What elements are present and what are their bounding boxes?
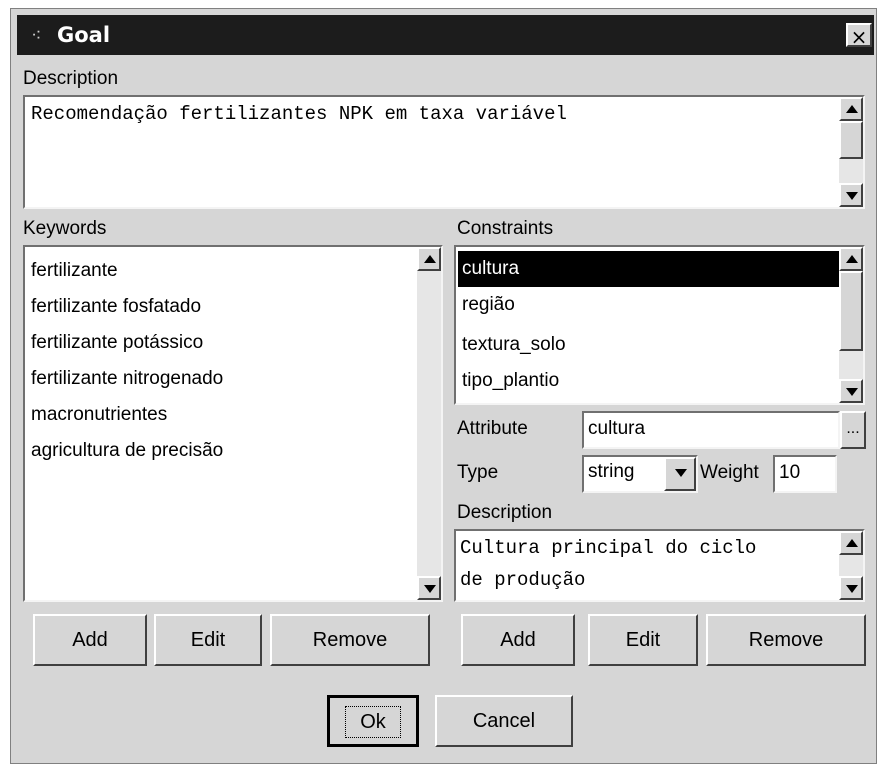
constraint-description-label: Description [457,502,553,523]
goal-dialog: ⁖ Goal × Description Recomendação fertil… [10,8,877,764]
description-label: Description [23,68,119,89]
list-item[interactable]: macronutrientes [27,397,167,433]
type-label: Type [457,462,499,483]
weight-field[interactable]: 10 [773,455,837,493]
keywords-scrollbar[interactable] [417,247,441,600]
chevron-up-icon [846,539,858,547]
type-select-value: string [588,461,635,482]
keywords-list[interactable]: fertilizante fertilizante fosfatado fert… [23,245,443,602]
keywords-label: Keywords [23,218,107,239]
scroll-down-button[interactable] [839,183,863,207]
scroll-down-button[interactable] [839,379,863,403]
description-text: Recomendação fertilizantes NPK em taxa v… [31,103,567,125]
constraints-label: Constraints [457,218,554,239]
type-select[interactable]: string [582,455,698,493]
list-item[interactable]: fertilizante potássico [27,325,203,361]
ok-button-label: Ok [345,706,401,738]
constraint-edit-button[interactable]: Edit [588,614,698,666]
attribute-field[interactable]: cultura [582,411,840,449]
description-textarea[interactable]: Recomendação fertilizantes NPK em taxa v… [23,95,865,209]
constraint-description-scrollbar[interactable] [839,531,863,600]
list-item[interactable]: textura_solo [458,327,566,363]
chevron-down-icon [675,469,687,477]
keyword-edit-button[interactable]: Edit [154,614,262,666]
keyword-remove-button[interactable]: Remove [270,614,430,666]
constraints-list[interactable]: cultura região textura_solo tipo_plantio [454,245,865,405]
chevron-up-icon [846,105,858,113]
scroll-up-button[interactable] [839,97,863,121]
list-item-selected[interactable]: cultura [458,251,841,287]
scroll-thumb[interactable] [839,121,863,159]
chevron-up-icon [424,255,436,263]
title-bar: ⁖ Goal × [17,15,874,55]
type-dropdown-button[interactable] [664,457,696,491]
list-item[interactable]: fertilizante fosfatado [27,289,201,325]
list-item[interactable]: fertilizante nitrogenado [27,361,223,397]
chevron-down-icon [424,585,436,593]
scroll-up-button[interactable] [839,531,863,555]
list-item[interactable]: fertilizante [27,253,118,289]
close-button[interactable]: × [846,23,872,49]
list-item[interactable]: região [458,287,515,323]
list-item[interactable]: agricultura de precisão [27,433,223,469]
scroll-up-button[interactable] [417,247,441,271]
constraints-scrollbar[interactable] [839,247,863,403]
description-scrollbar[interactable] [839,97,863,207]
window-icon: ⁖ [31,25,42,46]
scroll-thumb[interactable] [839,271,863,351]
chevron-down-icon [846,585,858,593]
constraint-description-line2: de produção [460,569,586,591]
chevron-down-icon [846,192,858,200]
chevron-up-icon [846,255,858,263]
weight-label: Weight [700,462,759,483]
browse-button[interactable]: ... [840,411,866,449]
chevron-down-icon [846,388,858,396]
constraint-description-line1: Cultura principal do ciclo [460,537,757,559]
constraint-remove-button[interactable]: Remove [706,614,866,666]
scroll-down-button[interactable] [839,576,863,600]
attribute-label: Attribute [457,418,528,439]
constraint-add-button[interactable]: Add [461,614,575,666]
list-item[interactable]: tipo_plantio [458,363,559,399]
keyword-add-button[interactable]: Add [33,614,147,666]
ok-button[interactable]: Ok [327,695,419,747]
constraint-description-textarea[interactable]: Cultura principal do ciclo de produção [454,529,865,602]
window-title: Goal [57,23,111,47]
scroll-down-button[interactable] [417,576,441,600]
scroll-up-button[interactable] [839,247,863,271]
cancel-button[interactable]: Cancel [435,695,573,747]
